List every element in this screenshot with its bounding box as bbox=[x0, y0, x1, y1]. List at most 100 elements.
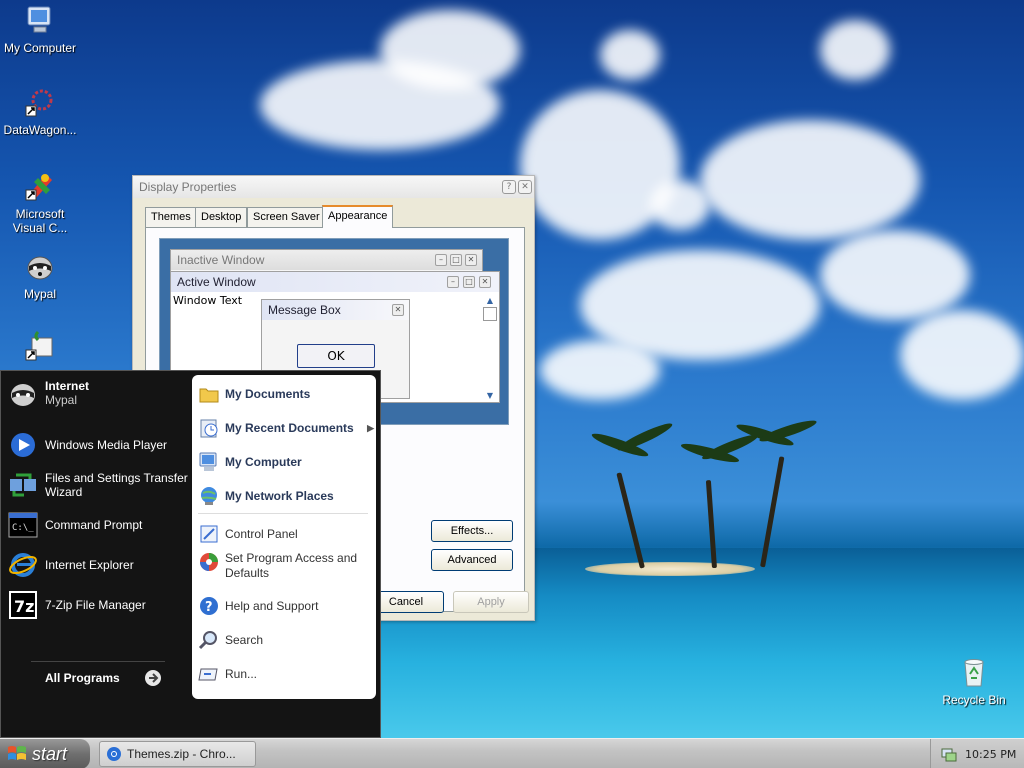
start-item-windows-media-player[interactable]: Windows Media Player bbox=[7, 429, 189, 461]
taskbar: start Themes.zip - Chro... 10:25 PM bbox=[0, 738, 1024, 768]
windows-logo-icon bbox=[8, 746, 26, 760]
network-tray-icon[interactable] bbox=[941, 746, 957, 762]
start-item-internet-explorer[interactable]: Internet Explorer bbox=[7, 549, 189, 581]
separator bbox=[198, 513, 368, 514]
wallpaper-cloud bbox=[600, 30, 660, 80]
desktop-icon-shortcut[interactable] bbox=[0, 330, 80, 367]
visual-studio-icon bbox=[25, 174, 52, 201]
mypal-icon bbox=[27, 256, 53, 280]
chrome-icon bbox=[107, 747, 121, 761]
tab-appearance[interactable]: Appearance bbox=[322, 205, 394, 228]
clock[interactable]: 10:25 PM bbox=[965, 748, 1016, 761]
tab-themes[interactable]: Themes bbox=[145, 207, 197, 227]
start-button[interactable]: start bbox=[0, 739, 90, 768]
maximize-icon: □ bbox=[450, 254, 462, 266]
start-item-7zip[interactable]: 7z 7-Zip File Manager bbox=[7, 589, 189, 621]
start-item-label: Run... bbox=[225, 667, 258, 681]
run-icon bbox=[198, 668, 218, 681]
start-item-label: My Recent Documents bbox=[225, 421, 354, 435]
svg-text:?: ? bbox=[205, 600, 213, 615]
start-item-label: My Network Places bbox=[225, 489, 334, 503]
all-programs-button[interactable]: All Programs bbox=[45, 669, 165, 687]
taskbar-button-label: Themes.zip - Chro... bbox=[127, 747, 236, 761]
close-icon: ✕ bbox=[479, 276, 491, 288]
arrow-right-icon bbox=[144, 670, 161, 686]
help-button[interactable]: ? bbox=[502, 180, 516, 194]
desktop-icon-my-computer[interactable]: My Computer bbox=[0, 4, 80, 55]
7zip-icon: 7z bbox=[9, 591, 37, 619]
media-player-icon bbox=[11, 433, 35, 457]
folder-icon bbox=[199, 388, 219, 403]
recent-documents-icon bbox=[200, 419, 218, 438]
shortcut-icon bbox=[25, 330, 53, 361]
svg-text:C:\_: C:\_ bbox=[12, 523, 34, 533]
start-item-help-and-support[interactable]: ? Help and Support bbox=[198, 595, 374, 617]
start-menu: Internet Mypal Windows Media Player File… bbox=[0, 370, 381, 738]
wallpaper-island bbox=[585, 562, 755, 576]
scroll-up-icon: ▲ bbox=[486, 296, 494, 305]
message-box-ok-button: OK bbox=[297, 344, 375, 368]
start-item-label: Control Panel bbox=[225, 527, 298, 541]
effects-button[interactable]: Effects... bbox=[431, 520, 513, 542]
start-item-my-network-places[interactable]: My Network Places bbox=[198, 485, 374, 507]
network-places-icon bbox=[201, 487, 217, 505]
program-access-icon bbox=[200, 553, 218, 571]
datawagon-icon bbox=[25, 89, 53, 117]
help-icon: ? bbox=[200, 597, 218, 615]
submenu-arrow-icon: ▶ bbox=[367, 422, 374, 433]
start-item-my-computer[interactable]: My Computer bbox=[198, 451, 374, 473]
my-computer-icon bbox=[199, 452, 217, 471]
wallpaper-cloud bbox=[820, 230, 970, 320]
desktop-icon-label: DataWagon... bbox=[3, 123, 77, 137]
apply-button[interactable]: Apply bbox=[453, 591, 529, 613]
start-item-label: My Computer bbox=[225, 455, 302, 469]
start-item-my-recent-documents[interactable]: My Recent Documents ▶ bbox=[198, 417, 374, 439]
desktop-icon-datawagon[interactable]: DataWagon... bbox=[0, 86, 80, 137]
desktop-icon-recycle-bin[interactable]: Recycle Bin bbox=[934, 656, 1014, 707]
message-box-title: Message Box bbox=[262, 300, 409, 320]
mypal-icon bbox=[11, 384, 35, 406]
tab-screen-saver[interactable]: Screen Saver bbox=[247, 207, 326, 227]
internet-explorer-icon bbox=[9, 553, 37, 577]
start-item-label: Help and Support bbox=[225, 599, 319, 613]
my-computer-icon bbox=[27, 6, 51, 33]
scroll-down-icon: ▼ bbox=[486, 391, 494, 400]
start-item-label: 7-Zip File Manager bbox=[45, 598, 146, 612]
start-item-label: Search bbox=[225, 633, 264, 647]
advanced-button[interactable]: Advanced bbox=[431, 549, 513, 571]
desktop-icon-mypal[interactable]: Mypal bbox=[0, 250, 80, 301]
desktop-icon-label: Microsoft Visual C... bbox=[12, 207, 68, 235]
start-item-label: Windows Media Player bbox=[45, 438, 168, 452]
start-item-search[interactable]: Search bbox=[198, 629, 374, 651]
recycle-bin-icon bbox=[964, 659, 984, 687]
scroll-thumb bbox=[483, 307, 497, 321]
minimize-icon: – bbox=[435, 254, 447, 266]
start-item-run[interactable]: Run... bbox=[198, 663, 374, 685]
tab-desktop[interactable]: Desktop bbox=[195, 207, 248, 227]
all-programs-label: All Programs bbox=[45, 671, 120, 685]
start-item-set-program-access[interactable]: Set Program Access and Defaults bbox=[198, 551, 374, 581]
wallpaper-cloud bbox=[820, 20, 890, 80]
desktop-icon-label: Mypal bbox=[23, 287, 56, 301]
start-item-command-prompt[interactable]: C:\_ Command Prompt bbox=[7, 509, 189, 541]
start-item-files-settings-transfer[interactable]: Files and Settings Transfer Wizard bbox=[7, 469, 189, 501]
taskbar-button-chrome[interactable]: Themes.zip - Chro... bbox=[99, 741, 256, 767]
window-title-bar[interactable]: Display Properties bbox=[133, 176, 534, 198]
wallpaper-cloud bbox=[700, 120, 920, 240]
desktop-icon-visual-studio[interactable]: Microsoft Visual C... bbox=[0, 170, 80, 235]
wallpaper-cloud bbox=[380, 10, 520, 90]
start-item-control-panel[interactable]: Control Panel bbox=[198, 523, 374, 545]
start-item-label: Set Program Access and Defaults bbox=[225, 551, 358, 580]
system-tray: 10:25 PM bbox=[930, 739, 1024, 768]
start-item-my-documents[interactable]: My Documents bbox=[198, 383, 374, 405]
close-button[interactable]: ✕ bbox=[518, 180, 532, 194]
transfer-wizard-icon bbox=[10, 473, 36, 497]
wallpaper-cloud bbox=[900, 310, 1024, 400]
command-prompt-icon: C:\_ bbox=[8, 512, 38, 538]
palm-frond bbox=[615, 419, 675, 455]
maximize-icon: □ bbox=[463, 276, 475, 288]
pinned-internet-item[interactable]: Internet Mypal bbox=[7, 377, 189, 409]
start-label: start bbox=[32, 744, 68, 764]
close-icon: ✕ bbox=[465, 254, 477, 266]
wallpaper-cloud bbox=[540, 340, 660, 400]
